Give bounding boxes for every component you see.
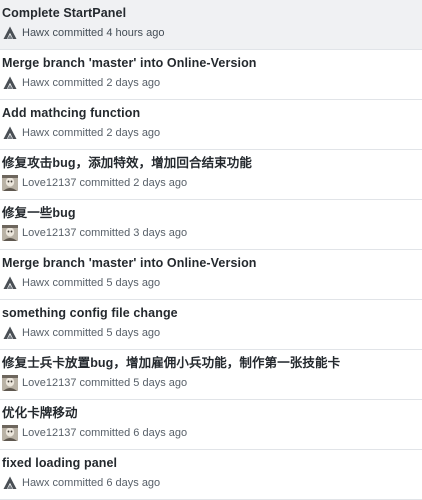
commit-list-item[interactable]: 修复士兵卡放置bug，增加雇佣小兵功能，制作第一张技能卡 Love12137 c… — [0, 350, 422, 400]
commit-title: Merge branch 'master' into Online-Versio… — [2, 56, 257, 70]
commit-meta: Hawx committed 6 days ago — [2, 475, 422, 491]
commit-title: 修复一些bug — [2, 206, 76, 220]
commit-title: 修复攻击bug，添加特效，增加回合结束功能 — [2, 156, 253, 170]
commit-list-item[interactable]: Complete StartPanel Hawx committed 4 hou… — [0, 0, 422, 50]
commit-title: 优化卡牌移动 — [2, 406, 78, 420]
commit-title: Complete StartPanel — [2, 6, 127, 20]
hawx-logo-icon — [2, 125, 18, 141]
commit-list-item[interactable]: Merge branch 'master' into Online-Versio… — [0, 50, 422, 100]
commit-list-item[interactable]: fixed loading panel Hawx committed 6 day… — [0, 450, 422, 500]
commit-meta-text: Love12137 committed 3 days ago — [22, 227, 188, 239]
commit-list-item[interactable]: something config file change Hawx commit… — [0, 300, 422, 350]
photo-avatar-icon — [2, 225, 18, 241]
commit-meta-text: Hawx committed 2 days ago — [22, 127, 161, 139]
hawx-logo-icon — [2, 475, 18, 491]
hawx-logo-icon — [2, 25, 18, 41]
commit-list-item[interactable]: 优化卡牌移动 Love12137 committed 6 days ago — [0, 400, 422, 450]
commit-meta-text: Love12137 committed 5 days ago — [22, 377, 188, 389]
commit-meta-text: Hawx committed 5 days ago — [22, 327, 161, 339]
commit-meta: Hawx committed 2 days ago — [2, 75, 422, 91]
commit-meta-text: Love12137 committed 6 days ago — [22, 427, 188, 439]
commit-history-list: Complete StartPanel Hawx committed 4 hou… — [0, 0, 422, 500]
commit-list-item[interactable]: 修复攻击bug，添加特效，增加回合结束功能 Love12137 committe… — [0, 150, 422, 200]
commit-list-item[interactable]: 修复一些bug Love12137 committed 3 days ago — [0, 200, 422, 250]
commit-title: fixed loading panel — [2, 456, 118, 470]
photo-avatar-icon — [2, 175, 18, 191]
commit-meta: Love12137 committed 2 days ago — [2, 175, 422, 191]
commit-meta: Hawx committed 5 days ago — [2, 275, 422, 291]
commit-meta-text: Hawx committed 5 days ago — [22, 277, 161, 289]
commit-title: Add mathcing function — [2, 106, 141, 120]
hawx-logo-icon — [2, 75, 18, 91]
commit-meta: Love12137 committed 6 days ago — [2, 425, 422, 441]
commit-list-item[interactable]: Merge branch 'master' into Online-Versio… — [0, 250, 422, 300]
commit-meta-text: Hawx committed 2 days ago — [22, 77, 161, 89]
commit-meta: Hawx committed 4 hours ago — [2, 25, 422, 41]
commit-list-item[interactable]: Add mathcing function Hawx committed 2 d… — [0, 100, 422, 150]
commit-title: Merge branch 'master' into Online-Versio… — [2, 256, 257, 270]
hawx-logo-icon — [2, 325, 18, 341]
photo-avatar-icon — [2, 425, 18, 441]
commit-meta: Hawx committed 2 days ago — [2, 125, 422, 141]
commit-meta-text: Love12137 committed 2 days ago — [22, 177, 188, 189]
commit-meta: Love12137 committed 3 days ago — [2, 225, 422, 241]
hawx-logo-icon — [2, 275, 18, 291]
commit-meta-text: Hawx committed 6 days ago — [22, 477, 161, 489]
commit-meta-text: Hawx committed 4 hours ago — [22, 27, 165, 39]
commit-title: something config file change — [2, 306, 178, 320]
commit-meta: Love12137 committed 5 days ago — [2, 375, 422, 391]
photo-avatar-icon — [2, 375, 18, 391]
commit-meta: Hawx committed 5 days ago — [2, 325, 422, 341]
commit-title: 修复士兵卡放置bug，增加雇佣小兵功能，制作第一张技能卡 — [2, 356, 341, 370]
